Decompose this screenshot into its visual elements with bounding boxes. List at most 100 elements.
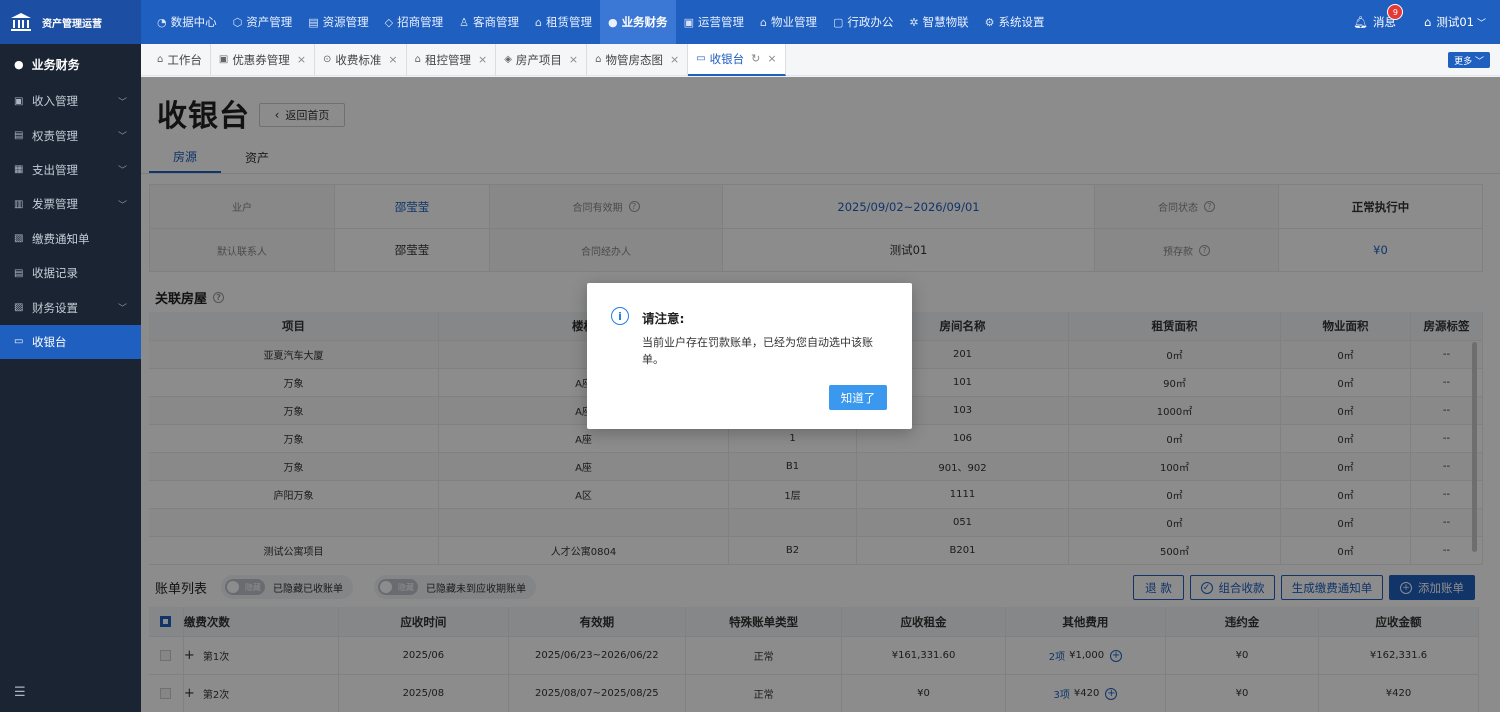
chevron-down-icon: ﹀ xyxy=(1476,18,1486,29)
messages-badge: 9 xyxy=(1387,4,1404,20)
app-name: 资产管理运营 xyxy=(42,18,102,30)
ops-icon: ▣ xyxy=(683,15,694,29)
more-tabs-button[interactable]: 更多 ﹀ xyxy=(1448,52,1490,68)
nav-item-3[interactable]: ◇ 招商管理 xyxy=(377,0,451,44)
main-nav: ◔ 数据中心 ⬡ 资产管理 ▤ 资源管理 ◇ 招商管理 ♙ 客商管理 ⌂ 租赁管理 ● 业务财务 ▣ 运营管理… xyxy=(141,0,1052,44)
menu-icon: ▥ xyxy=(14,198,24,210)
close-icon[interactable]: × xyxy=(569,53,578,66)
tab-2[interactable]: ⊙ 收费标准 × xyxy=(315,43,407,76)
tab-label: 租控管理 xyxy=(425,52,471,67)
tab-icon: ⌂ xyxy=(595,54,602,65)
property-icon: ⌂ xyxy=(759,15,767,29)
nav-item-0[interactable]: ◔ 数据中心 xyxy=(149,0,225,44)
coin-icon: ● xyxy=(14,57,24,71)
chart-icon: ◔ xyxy=(157,15,167,29)
nav-item-label: 物业管理 xyxy=(770,15,817,29)
nav-item-5[interactable]: ⌂ 租赁管理 xyxy=(527,0,600,44)
tab-icon: ⌂ xyxy=(157,54,164,65)
menu-icon: ▣ xyxy=(14,95,24,107)
tab-5[interactable]: ⌂ 物管房态图 × xyxy=(587,43,689,76)
acknowledge-button[interactable]: 知道了 xyxy=(829,385,887,410)
nav-item-6[interactable]: ● 业务财务 xyxy=(599,0,676,44)
menu-icon: ▤ xyxy=(14,267,24,279)
sidebar-item-0[interactable]: ▣ 收入管理 ﹀ xyxy=(0,84,141,118)
diamond-icon: ◇ xyxy=(384,15,394,29)
tab-0[interactable]: ⌂ 工作台 xyxy=(149,43,211,76)
sidebar-item-6[interactable]: ▨ 财务设置 ﹀ xyxy=(0,290,141,324)
bell-icon: 🔔︎ xyxy=(1353,15,1369,29)
sidebar-item-2[interactable]: ▦ 支出管理 ﹀ xyxy=(0,153,141,187)
nav-item-2[interactable]: ▤ 资源管理 xyxy=(300,0,376,44)
sidebar-item-label: 收银台 xyxy=(32,334,67,349)
nav-item-label: 客商管理 xyxy=(472,15,519,29)
sidebar-item-7[interactable]: ▭ 收银台 xyxy=(0,324,141,360)
brand[interactable]: 资产管理运营 xyxy=(0,0,141,44)
sidebar-item-label: 发票管理 xyxy=(32,197,78,212)
tab-label: 优惠券管理 xyxy=(232,52,290,67)
menu-icon: ▦ xyxy=(14,164,24,176)
iot-icon: ✲ xyxy=(909,15,919,29)
sidebar-header: ● 业务财务 xyxy=(0,44,141,84)
cube-icon: ⬡ xyxy=(232,15,243,29)
nav-item-label: 业务财务 xyxy=(621,15,668,29)
chevron-down-icon: ﹀ xyxy=(117,97,127,108)
tab-label: 物管房态图 xyxy=(605,52,664,67)
nav-item-label: 数据中心 xyxy=(170,15,217,29)
nav-item-label: 系统设置 xyxy=(998,15,1045,29)
close-icon[interactable]: × xyxy=(478,53,487,66)
user-menu[interactable]: ⌂ 测试01 ﹀ xyxy=(1424,14,1486,30)
chevron-down-icon: ﹀ xyxy=(117,132,127,143)
nav-item-label: 租赁管理 xyxy=(545,15,592,29)
close-icon[interactable]: × xyxy=(388,53,397,66)
sidebar-header-label: 业务财务 xyxy=(31,57,80,72)
close-icon[interactable]: × xyxy=(670,53,679,66)
user-name: 测试01 xyxy=(1436,15,1474,29)
collapse-menu-icon[interactable]: ☰ xyxy=(14,685,26,700)
tab-4[interactable]: ◈ 房产项目 × xyxy=(496,43,588,76)
page-tabs: ⌂ 工作台 ▣ 优惠券管理 × ⊙ 收费标准 × ⌂ 租控管理 × ◈ 房产项目 × ⌂ 物管房态图 × ▭ 收银台… xyxy=(141,43,1500,76)
notice-dialog: i 请注意: 当前业户存在罚款账单，已经为您自动选中该账单。 知道了 xyxy=(587,283,912,429)
tab-1[interactable]: ▣ 优惠券管理 × xyxy=(211,43,316,76)
tab-label: 收费标准 xyxy=(335,52,382,67)
nav-item-label: 资源管理 xyxy=(322,15,369,29)
users-icon: ♙ xyxy=(459,15,469,29)
tab-icon: ⊙ xyxy=(323,54,332,65)
close-icon[interactable]: × xyxy=(767,52,776,65)
nav-item-1[interactable]: ⬡ 资产管理 xyxy=(225,0,301,44)
close-icon[interactable]: × xyxy=(297,53,306,66)
nav-item-label: 行政办公 xyxy=(847,15,894,29)
info-icon: i xyxy=(611,307,629,325)
sidebar-item-5[interactable]: ▤ 收据记录 xyxy=(0,256,141,290)
nav-item-4[interactable]: ♙ 客商管理 xyxy=(451,0,527,44)
chevron-down-icon: ﹀ xyxy=(117,304,127,315)
messages-button[interactable]: 🔔︎ 消息 9 xyxy=(1353,4,1404,30)
tab-3[interactable]: ⌂ 租控管理 × xyxy=(407,43,497,76)
coin-icon: ● xyxy=(607,15,618,29)
sidebar: ● 业务财务 ▣ 收入管理 ﹀ ▤ 权责管理 ﹀ ▦ 支出管理 ﹀ ▥ 发票管理 ﹀ ▧ 缴费通知单 ▤ 收据… xyxy=(0,44,141,712)
chevron-down-icon: ﹀ xyxy=(117,166,127,177)
nav-item-8[interactable]: ⌂ 物业管理 xyxy=(752,0,825,44)
sidebar-item-label: 财务设置 xyxy=(32,300,78,315)
menu-icon: ▤ xyxy=(14,130,24,142)
sidebar-item-label: 缴费通知单 xyxy=(32,231,90,246)
refresh-icon[interactable]: ↻ xyxy=(751,52,760,65)
dialog-title: 请注意: xyxy=(642,311,685,326)
menu-icon: ▨ xyxy=(14,302,24,314)
nav-item-10[interactable]: ✲ 智慧物联 xyxy=(901,0,976,44)
sidebar-item-label: 支出管理 xyxy=(32,162,78,177)
nav-item-11[interactable]: ⚙ 系统设置 xyxy=(977,0,1053,44)
nav-item-label: 资产管理 xyxy=(246,15,293,29)
chevron-down-icon: ﹀ xyxy=(117,200,127,211)
nav-item-label: 运营管理 xyxy=(697,15,744,29)
sidebar-item-label: 收据记录 xyxy=(32,266,78,281)
sidebar-item-3[interactable]: ▥ 发票管理 ﹀ xyxy=(0,187,141,221)
sidebar-item-4[interactable]: ▧ 缴费通知单 xyxy=(0,222,141,256)
nav-item-9[interactable]: ▢ 行政办公 xyxy=(825,0,901,44)
sidebar-item-1[interactable]: ▤ 权责管理 ﹀ xyxy=(0,118,141,152)
nav-item-7[interactable]: ▣ 运营管理 xyxy=(676,0,752,44)
nav-item-label: 智慧物联 xyxy=(922,15,969,29)
menu-icon: ▭ xyxy=(14,336,24,348)
tab-icon: ▣ xyxy=(218,54,229,65)
tab-6[interactable]: ▭ 收银台 ↻ × xyxy=(688,43,786,76)
nav-item-label: 招商管理 xyxy=(397,15,444,29)
